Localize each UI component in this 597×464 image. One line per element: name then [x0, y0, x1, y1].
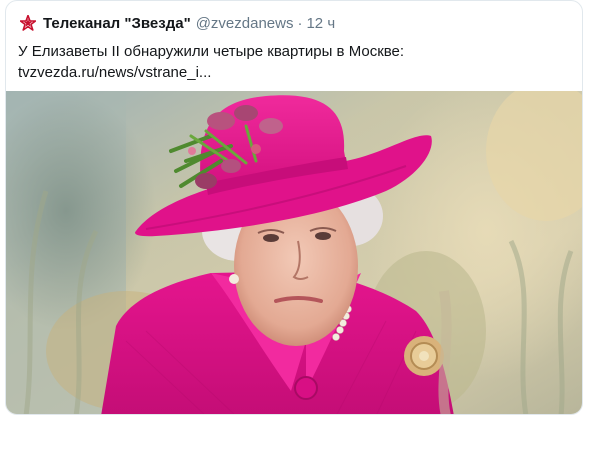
tweet-link[interactable]: tvzvezda.ru/news/vstrane_i... — [18, 62, 573, 83]
tweet-text: У Елизаветы II обнаружили четыре квартир… — [18, 43, 405, 60]
tweet-media-photo[interactable] — [6, 91, 582, 414]
separator-dot: · — [297, 14, 303, 32]
star-logo-icon — [19, 14, 37, 31]
tweet-card[interactable]: Телеканал "Звезда" @zvezdanews · 12 ч У … — [5, 0, 583, 415]
display-name[interactable]: Телеканал "Звезда" — [43, 15, 191, 32]
tweet-header: Телеканал "Звезда" @zvezdanews · 12 ч — [19, 13, 335, 33]
tweet-body: У Елизаветы II обнаружили четыре квартир… — [18, 41, 573, 83]
user-handle[interactable]: @zvezdanews — [196, 15, 294, 32]
tweet-timestamp[interactable]: 12 ч — [306, 15, 335, 32]
